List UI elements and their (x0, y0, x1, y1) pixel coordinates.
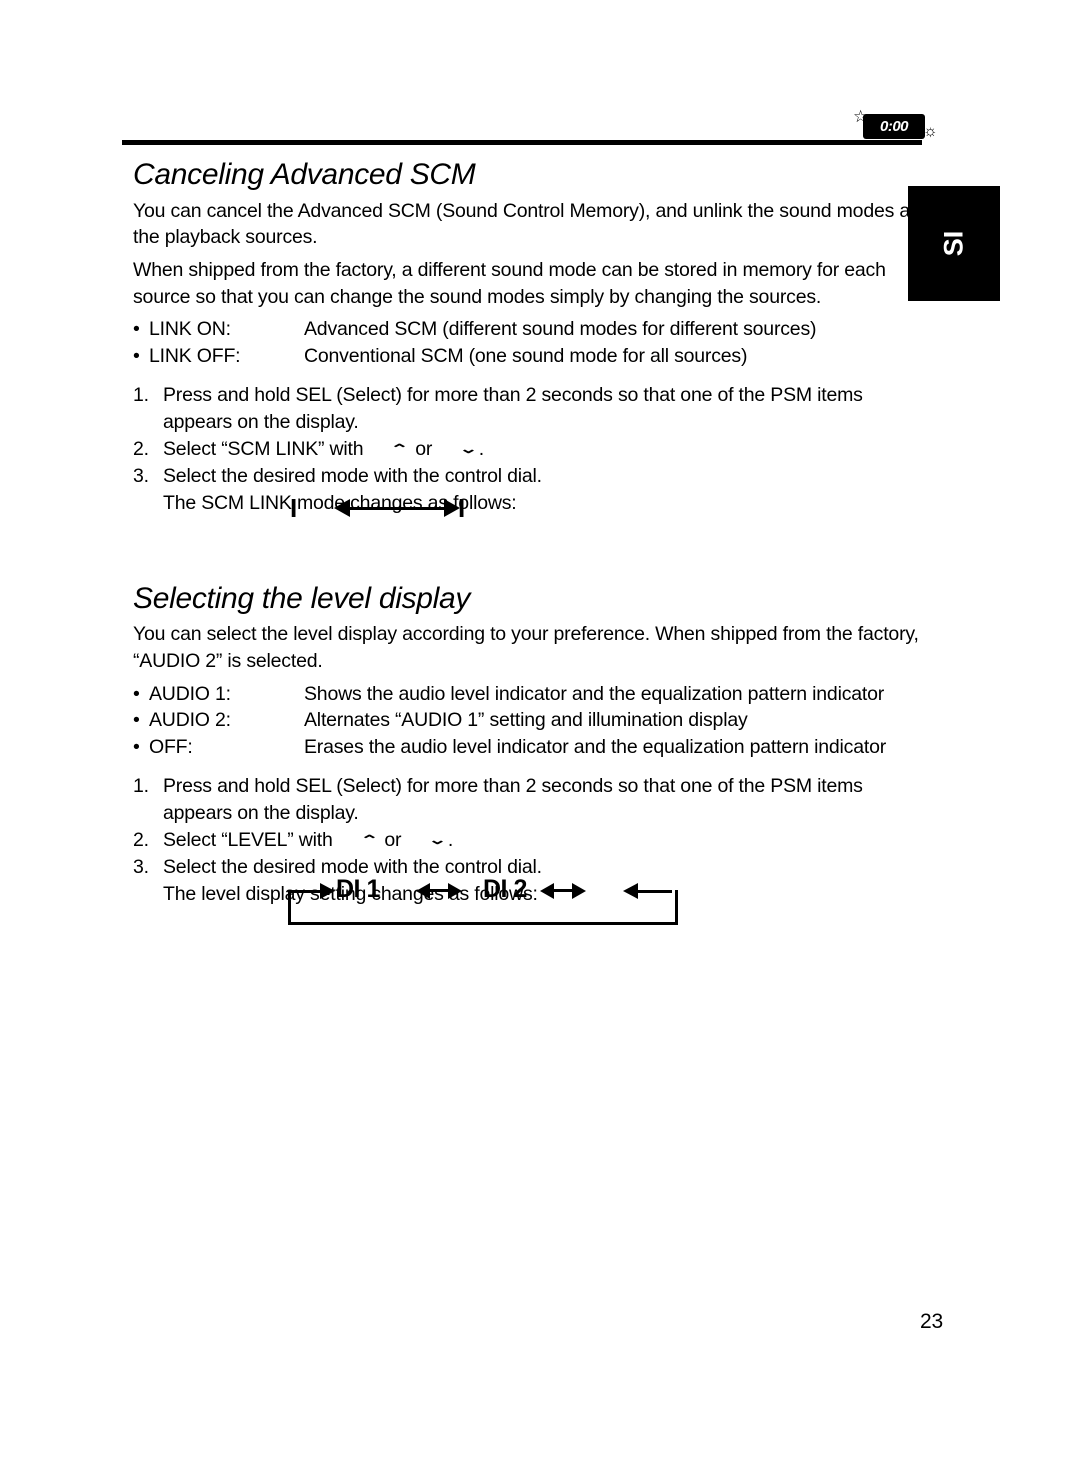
page-title: Selecting the level display (133, 581, 471, 615)
level-option-audio-2: DI 2 (483, 875, 527, 903)
step-text-main: Select the desired mode with the control… (163, 465, 542, 488)
bidirectional-arrow-icon (416, 883, 462, 899)
step-text-after: . (478, 437, 484, 460)
step-number: 2. (133, 828, 149, 851)
paragraph: You can cancel the Advanced SCM (Sound C… (133, 199, 932, 249)
paragraph: When shipped from the factory, a differe… (133, 259, 886, 308)
list-item-text: Advanced SCM (different sound modes for … (304, 318, 817, 341)
list-item: • AUDIO 1: Shows the audio level indicat… (133, 681, 933, 708)
level-display-cycle-diagram: DI 1 DI 2 (278, 872, 690, 930)
page-title: Canceling Advanced SCM (133, 158, 476, 191)
step-or-text: or (384, 828, 402, 851)
chevron-up-icon: ⌃ (359, 833, 379, 847)
sun-outline-icon: ☼ (923, 123, 938, 140)
page-content: Canceling Advanced SCM You can cancel th… (133, 158, 933, 908)
page-number: 23 (920, 1310, 943, 1333)
list-item-text: Erases the audio level indicator and the… (304, 735, 887, 758)
step-number: 1. (133, 775, 149, 798)
step-text: Select “LEVEL” with ⌃ or ⌄. (163, 827, 933, 855)
chevron-down-icon: ⌄ (458, 442, 478, 457)
clock-badge: 0:00 (863, 114, 925, 139)
scm-link-option-on: I (290, 493, 297, 523)
list-item-text: Conventional SCM (one sound mode for all… (304, 344, 748, 367)
arrow-right-head (572, 883, 586, 899)
bullet-dot: • (133, 318, 140, 341)
list-item: • LINK OFF: Conventional SCM (one sound … (133, 343, 933, 370)
step-text: Press and hold SEL (Select) for more tha… (163, 384, 863, 434)
arrow-right-head (448, 883, 462, 899)
list-item: • LINK ON: Advanced SCM (different sound… (133, 316, 933, 343)
arrow-right-icon (320, 883, 335, 899)
bullet-dot: • (133, 735, 140, 758)
list-item-label: LINK ON: (149, 318, 231, 341)
step-text: Select “SCM LINK” with ⌃ or ⌄. (163, 436, 933, 464)
bidirectional-arrow-icon (540, 883, 586, 899)
list-item-label: AUDIO 1: (149, 682, 231, 705)
step-item: 1. Press and hold SEL (Select) for more … (133, 773, 933, 826)
paragraph: You can select the level display accordi… (133, 623, 919, 673)
scm-link-option-off: I (458, 493, 465, 523)
level-option-audio-1: DI 1 (336, 875, 380, 903)
step-item: 1. Press and hold SEL (Select) for more … (133, 382, 933, 435)
step-item: 2. Select “LEVEL” with ⌃ or ⌄. (133, 827, 933, 855)
step-text: Press and hold SEL (Select) for more tha… (163, 775, 863, 825)
cycle-loop-entry-line (288, 890, 322, 893)
header-rule (122, 140, 922, 145)
step-text-after: . (447, 828, 454, 851)
list-item: • OFF: Erases the audio level indicator … (133, 734, 933, 761)
cycle-loop-exit-line (638, 890, 672, 893)
step-item: 2. Select “SCM LINK” with ⌃ or ⌄. (133, 436, 933, 464)
scm-link-mode-diagram: I I (290, 490, 550, 530)
step-text-before: Select “SCM LINK” with (163, 437, 364, 460)
step-text-before: Select “LEVEL” with (163, 828, 333, 851)
step-or-text: or (415, 437, 433, 460)
list-item-label: AUDIO 2: (149, 709, 231, 732)
bullet-dot: • (133, 344, 140, 367)
bullet-dot: • (133, 682, 140, 705)
list-item: • AUDIO 2: Alternates “AUDIO 1” setting … (133, 707, 933, 734)
list-item-label: OFF: (149, 735, 193, 758)
list-item-text: Shows the audio level indicator and the … (304, 682, 885, 705)
step-number: 2. (133, 437, 149, 460)
step-number: 3. (133, 856, 149, 879)
list-item-label: LINK OFF: (149, 344, 241, 367)
chevron-up-icon: ⌃ (390, 442, 410, 457)
clock-badge-text: 0:00 (879, 118, 909, 135)
chevron-down-icon: ⌄ (428, 833, 448, 847)
header-status-icon: ☆ 0:00 ☼ (845, 108, 940, 144)
step-number: 3. (133, 465, 149, 488)
step-number: 1. (133, 384, 149, 407)
arrow-left-icon (623, 883, 638, 899)
bullet-dot: • (133, 709, 140, 732)
arrow-line (348, 507, 446, 510)
list-item-text: Alternates “AUDIO 1” setting and illumin… (304, 709, 748, 732)
